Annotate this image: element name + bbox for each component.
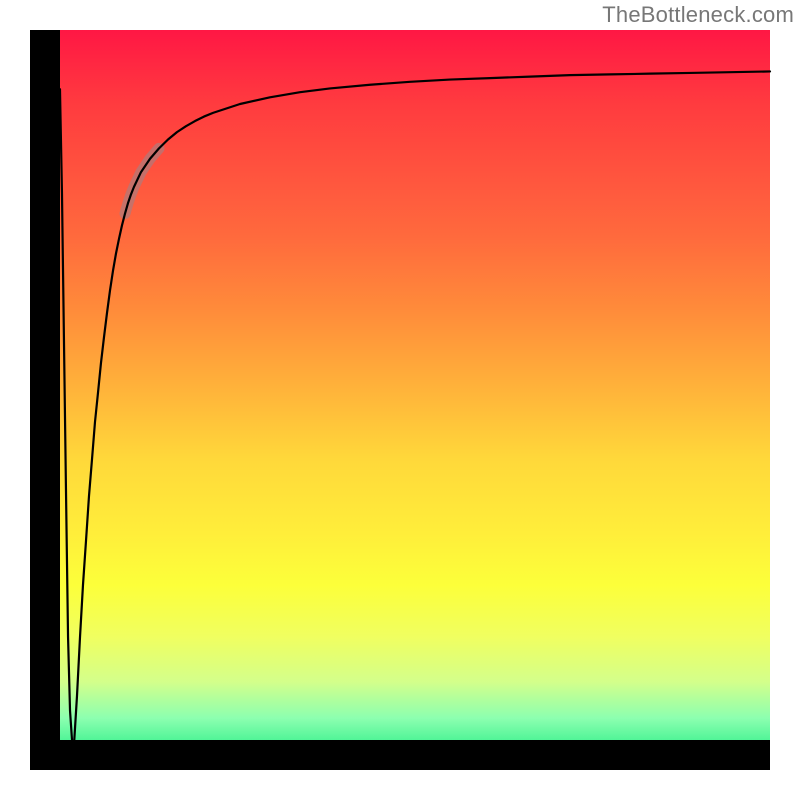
chart-frame	[30, 30, 770, 770]
curve-highlight-segment	[125, 148, 159, 213]
curve-main-line	[60, 71, 770, 744]
watermark-text: TheBottleneck.com	[602, 2, 794, 28]
x-axis-border	[30, 740, 770, 770]
bottleneck-curve	[30, 30, 770, 770]
y-axis-border	[30, 30, 60, 770]
